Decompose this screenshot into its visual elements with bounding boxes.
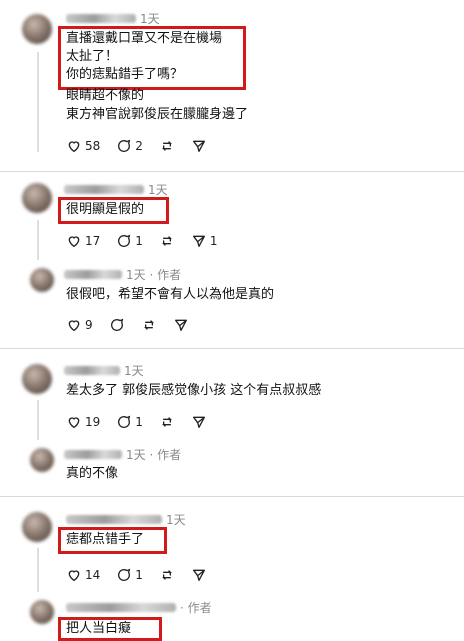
avatar[interactable] xyxy=(30,268,54,292)
reply-button[interactable]: 1 xyxy=(116,233,143,249)
reply-meta: · 作者 xyxy=(180,601,212,615)
reply-button[interactable]: 2 xyxy=(116,138,143,154)
heart-icon xyxy=(68,236,80,248)
comment-line: 東方神官說郭俊辰在朦朧身邊了 xyxy=(66,107,249,122)
divider xyxy=(0,171,464,172)
heart-icon xyxy=(68,570,80,582)
comment-line: 痣都点错手了 xyxy=(66,532,145,547)
thread-line xyxy=(37,548,39,592)
avatar[interactable] xyxy=(22,183,52,213)
comment-icon xyxy=(118,139,131,152)
share-icon xyxy=(192,140,205,152)
username-blurred[interactable] xyxy=(66,14,136,23)
repost-icon xyxy=(161,417,172,427)
action-bar: 58 2 xyxy=(66,138,223,154)
comment-icon xyxy=(118,415,131,428)
like-count: 17 xyxy=(85,234,101,248)
comment-time: 1天 xyxy=(124,364,144,378)
reply-button[interactable] xyxy=(109,317,125,333)
comment-icon xyxy=(118,568,131,581)
action-bar: 9 xyxy=(66,317,205,333)
share-icon xyxy=(192,569,205,581)
reply-button[interactable]: 1 xyxy=(116,567,143,583)
avatar[interactable] xyxy=(22,512,52,542)
reply-count: 1 xyxy=(135,568,143,582)
repost-button[interactable] xyxy=(159,233,175,249)
share-button[interactable] xyxy=(191,414,207,430)
comment-icon xyxy=(110,318,123,331)
like-button[interactable]: 17 xyxy=(66,233,100,249)
share-icon xyxy=(192,416,205,428)
like-button[interactable]: 58 xyxy=(66,138,100,154)
like-button[interactable]: 19 xyxy=(66,414,100,430)
like-button[interactable]: 9 xyxy=(66,317,93,333)
repost-button[interactable] xyxy=(159,138,175,154)
repost-button[interactable] xyxy=(159,414,175,430)
action-bar: 14 1 xyxy=(66,567,223,583)
avatar[interactable] xyxy=(30,448,54,472)
share-button[interactable]: 1 xyxy=(191,233,218,249)
like-count: 14 xyxy=(85,568,101,582)
comment-time: 1天 xyxy=(148,183,168,197)
repost-button[interactable] xyxy=(141,317,157,333)
comment-time: 1天 xyxy=(166,513,186,527)
share-button[interactable] xyxy=(173,317,189,333)
thread-line xyxy=(37,400,39,440)
like-count: 19 xyxy=(85,415,101,429)
avatar[interactable] xyxy=(22,364,52,394)
avatar[interactable] xyxy=(22,14,52,44)
username-blurred[interactable] xyxy=(66,515,162,524)
repost-button[interactable] xyxy=(159,567,175,583)
comment-line: 差太多了 郭俊辰感觉像小孩 这个有点叔叔感 xyxy=(66,383,322,398)
reply-count: 2 xyxy=(135,139,143,153)
comment-line: 太扯了！ xyxy=(66,49,119,64)
repost-icon xyxy=(161,570,172,580)
heart-icon xyxy=(68,320,80,332)
like-count: 58 xyxy=(85,139,101,153)
username-blurred[interactable] xyxy=(64,450,122,459)
divider xyxy=(0,496,464,497)
share-icon xyxy=(192,235,205,247)
username-blurred[interactable] xyxy=(64,366,120,375)
comment-line: 很明顯是假的 xyxy=(66,202,145,217)
reply-meta: 1天 · 作者 xyxy=(126,268,182,282)
reply-text: 很假吧，希望不會有人以為他是真的 xyxy=(66,287,275,302)
divider xyxy=(0,348,464,349)
thread-line xyxy=(37,220,39,260)
like-count: 9 xyxy=(85,318,93,332)
comment-icon xyxy=(118,234,131,247)
comment-time: 1天 xyxy=(140,12,160,26)
like-button[interactable]: 14 xyxy=(66,567,100,583)
reply-meta: 1天 · 作者 xyxy=(126,448,182,462)
repost-icon xyxy=(161,141,172,151)
reply-text: 把人当白癡 xyxy=(66,621,132,636)
reply-count: 1 xyxy=(135,415,143,429)
reply-count: 1 xyxy=(135,234,143,248)
comment-line: 直播還戴口罩又不是在機場 xyxy=(66,31,223,46)
repost-icon xyxy=(161,236,172,246)
heart-icon xyxy=(68,141,80,153)
action-bar: 17 1 1 xyxy=(66,233,234,249)
username-blurred[interactable] xyxy=(66,603,176,612)
comment-line: 眼睛超不像的 xyxy=(66,88,145,103)
username-blurred[interactable] xyxy=(64,185,144,194)
action-bar: 19 1 xyxy=(66,414,223,430)
share-icon xyxy=(174,319,187,331)
share-button[interactable] xyxy=(191,567,207,583)
reply-button[interactable]: 1 xyxy=(116,414,143,430)
heart-icon xyxy=(68,417,80,429)
comment-line: 你的痣點錯手了嗎？ xyxy=(66,67,184,82)
repost-icon xyxy=(143,320,154,330)
reply-text: 真的不像 xyxy=(66,466,119,481)
share-button[interactable] xyxy=(191,138,207,154)
username-blurred[interactable] xyxy=(64,270,122,279)
avatar[interactable] xyxy=(30,600,54,624)
share-count: 1 xyxy=(209,234,218,248)
thread-line xyxy=(37,52,39,152)
